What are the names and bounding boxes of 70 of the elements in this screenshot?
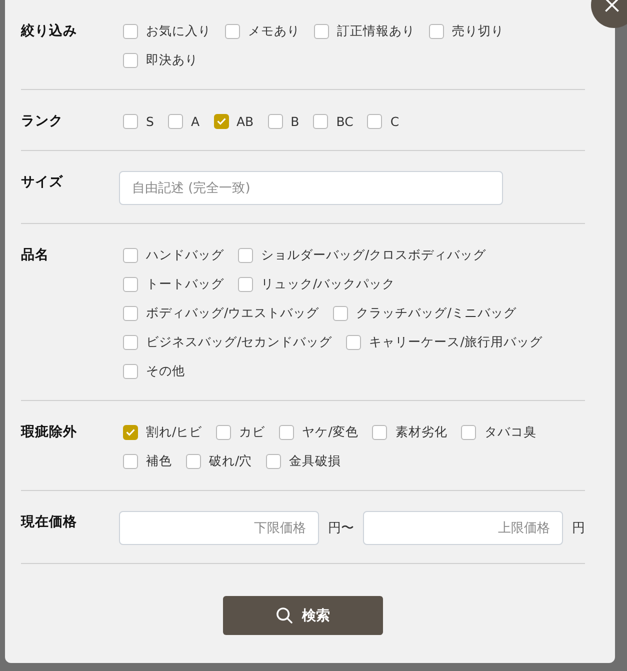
checkbox[interactable] xyxy=(123,454,138,468)
checkbox[interactable] xyxy=(313,114,328,128)
checkbox-label[interactable]: 破れ/穴 xyxy=(209,452,252,470)
checkbox[interactable] xyxy=(216,424,232,440)
checkbox[interactable] xyxy=(346,334,362,350)
checkbox[interactable] xyxy=(214,114,228,128)
checkbox-label[interactable]: A xyxy=(190,114,200,128)
checkbox-label[interactable]: C xyxy=(390,114,400,128)
checkbox-label[interactable]: リュック/バックパック xyxy=(261,276,396,292)
yen-separator: 円〜 xyxy=(328,520,354,537)
checkbox[interactable] xyxy=(123,52,138,68)
filter-label: 絞り込み xyxy=(21,22,78,41)
filter-label: ランク xyxy=(21,112,64,131)
checkbox-label[interactable]: 金具破損 xyxy=(289,452,342,470)
checkbox[interactable] xyxy=(268,114,283,128)
checkbox[interactable] xyxy=(123,248,138,262)
filter-label: 品名 xyxy=(21,246,50,265)
checkbox[interactable] xyxy=(372,424,388,440)
close-icon xyxy=(603,0,621,14)
checkbox[interactable] xyxy=(123,424,138,440)
checkbox-label[interactable]: クラッチバッグ/ミニバッグ xyxy=(356,304,516,322)
checkbox-label[interactable]: カビ xyxy=(239,424,266,440)
checkbox-label[interactable]: AB xyxy=(236,114,254,128)
checkbox[interactable] xyxy=(123,364,138,378)
min-price-field[interactable]: 下限価格 xyxy=(119,511,319,545)
checkbox[interactable] xyxy=(123,306,138,320)
checkbox[interactable] xyxy=(314,24,329,38)
checkbox-label[interactable]: 補色 xyxy=(146,452,172,470)
checkbox-label[interactable]: BC xyxy=(336,114,354,128)
filter-label: 現在価格 xyxy=(21,513,78,532)
checkbox-label[interactable]: トートバッグ xyxy=(146,276,224,292)
search-button[interactable]: 検索 xyxy=(223,596,383,635)
checkbox-label[interactable]: メモあり xyxy=(248,22,300,40)
checkbox[interactable] xyxy=(238,248,253,262)
checkbox-label[interactable]: 売り切り xyxy=(452,22,504,40)
checkbox-label[interactable]: B xyxy=(290,114,300,128)
checkbox[interactable] xyxy=(168,114,183,128)
checkbox[interactable] xyxy=(123,276,138,292)
checkbox-label[interactable]: 素材劣化 xyxy=(395,424,448,440)
checkbox[interactable] xyxy=(238,276,253,292)
search-icon xyxy=(276,607,293,624)
checkbox[interactable] xyxy=(333,306,348,320)
checkbox[interactable] xyxy=(123,334,138,350)
filter-label: サイズ xyxy=(21,173,64,192)
checkbox-label[interactable]: ボディバッグ/ウエストバッグ xyxy=(146,304,320,322)
checkbox[interactable] xyxy=(186,454,201,468)
checkbox[interactable] xyxy=(225,24,240,38)
checkbox-label[interactable]: S xyxy=(146,114,154,128)
checkbox-label[interactable]: 即決あり xyxy=(146,52,198,68)
checkbox-label[interactable]: ビジネスバッグ/セカンドバッグ xyxy=(146,334,332,350)
checkbox-label[interactable]: ヤケ/変色 xyxy=(302,424,358,440)
checkbox[interactable] xyxy=(123,24,138,38)
checkbox-label[interactable]: ハンドバッグ xyxy=(146,246,224,264)
size-input-field[interactable]: 自由記述 (完全一致) xyxy=(119,171,503,205)
filter-label: 瑕疵除外 xyxy=(21,423,78,442)
checkbox-label[interactable]: キャリーケース/旅行用バッグ xyxy=(369,334,542,350)
checkbox[interactable] xyxy=(367,114,382,128)
checkbox[interactable] xyxy=(123,114,138,128)
checkbox-label[interactable]: 訂正情報あり xyxy=(337,22,415,40)
checkbox-label[interactable]: お気に入り xyxy=(146,22,211,40)
checkbox[interactable] xyxy=(429,24,444,38)
checkbox-label[interactable]: ショルダーバッグ/クロスボディバッグ xyxy=(261,246,486,264)
checkbox[interactable] xyxy=(279,424,294,440)
checkbox-label[interactable]: タバコ臭 xyxy=(484,424,536,440)
checkbox-label[interactable]: 割れ/ヒビ xyxy=(146,424,202,440)
checkbox[interactable] xyxy=(266,454,282,468)
checkbox-label[interactable]: その他 xyxy=(146,362,185,380)
max-price-field[interactable]: 上限価格 xyxy=(363,511,563,545)
checkbox[interactable] xyxy=(461,424,476,440)
yen-unit: 円 xyxy=(572,520,585,537)
